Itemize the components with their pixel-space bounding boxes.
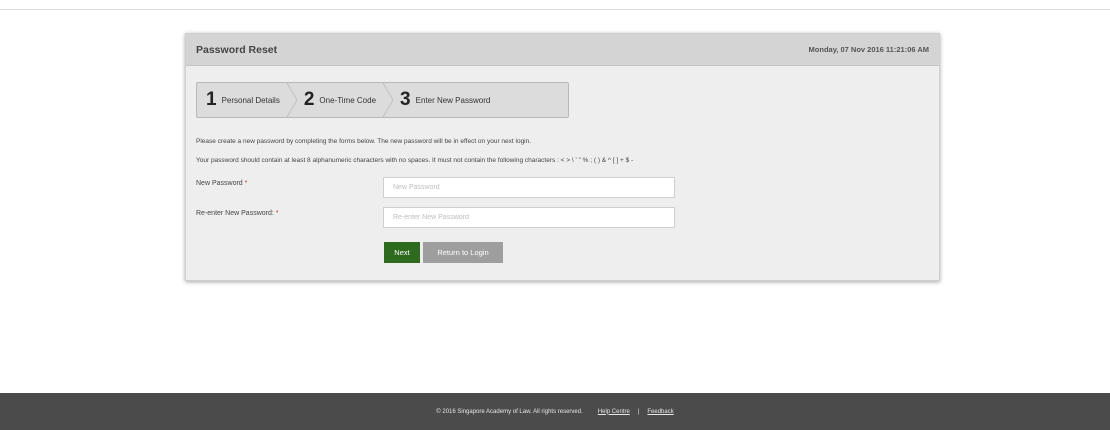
step-enter-new-password: 3 Enter New Password [400, 83, 490, 117]
password-rules-text: Your password should contain at least 8 … [196, 157, 634, 164]
page-title: Password Reset [196, 43, 278, 56]
new-password-label: New Password * [196, 180, 247, 187]
footer: © 2016 Singapore Academy of Law. All rig… [0, 393, 1110, 430]
step-label: Enter New Password [415, 95, 491, 105]
reenter-password-label: Re-enter New Password: * [196, 210, 279, 217]
step-number: 3 [400, 89, 411, 110]
feedback-link[interactable]: Feedback [647, 409, 673, 415]
footer-divider: | [637, 408, 640, 415]
return-to-login-button[interactable]: Return to Login [423, 242, 503, 263]
required-mark: * [244, 180, 248, 187]
required-mark: * [275, 210, 279, 217]
step-personal-details: 1 Personal Details [197, 83, 280, 117]
new-password-field[interactable] [383, 177, 675, 198]
help-centre-link[interactable]: Help Centre [598, 409, 630, 415]
chevron-right-icon [286, 83, 298, 117]
reenter-password-field[interactable] [383, 207, 675, 228]
label-text: Re-enter New Password: [196, 210, 274, 217]
copyright-text: © 2016 Singapore Academy of Law. All rig… [436, 408, 583, 415]
step-label: Personal Details [221, 95, 280, 105]
step-progress: 1 Personal Details 2 One-Time Code 3 Ent… [196, 82, 569, 118]
top-divider [0, 9, 1110, 10]
chevron-right-icon [382, 83, 394, 117]
instruction-text: Please create a new password by completi… [196, 138, 532, 145]
step-one-time-code: 2 One-Time Code [304, 83, 376, 117]
step-number: 1 [206, 89, 217, 110]
label-text: New Password [196, 180, 243, 187]
step-number: 2 [303, 89, 315, 110]
password-reset-panel: Password Reset Monday, 07 Nov 2016 11:21… [185, 33, 940, 281]
panel-header: Password Reset Monday, 07 Nov 2016 11:21… [186, 34, 939, 66]
current-datetime: Monday, 07 Nov 2016 11:21:06 AM [808, 45, 929, 54]
step-label: One-Time Code [319, 95, 377, 105]
next-button[interactable]: Next [384, 242, 420, 263]
